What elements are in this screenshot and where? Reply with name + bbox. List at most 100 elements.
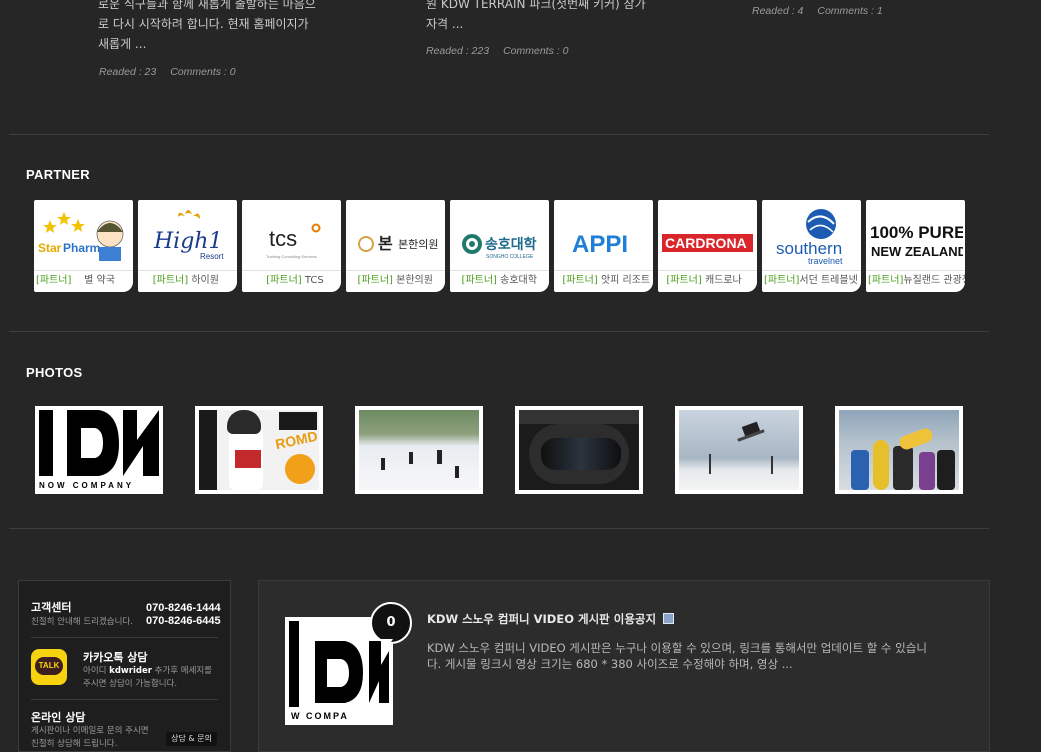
svg-text:Pharm: Pharm — [63, 241, 100, 255]
svg-text:Resort: Resort — [200, 252, 224, 261]
kakaotalk-id: kdwrider — [109, 666, 152, 676]
photo-thumbnail-6[interactable] — [835, 406, 963, 494]
photo-thumbnail-3[interactable] — [355, 406, 483, 494]
svg-text:NEW ZEALAND: NEW ZEALAND — [871, 244, 963, 259]
group-event-image — [839, 410, 959, 490]
svg-text:Training Consulting Services: Training Consulting Services — [266, 254, 317, 259]
photo-thumbnail-2[interactable]: ROMD — [195, 406, 323, 494]
svg-text:travelnet: travelnet — [808, 256, 843, 264]
online-consult-description: 게시판이나 이메일로 문의 주시면 친절히 상담해 드립니다. — [31, 726, 149, 749]
phone-number-2[interactable]: 070-8246-6445 — [146, 615, 221, 627]
news-item-2-text[interactable]: 원 KDW TERRAIN 파크(첫번째 키커) 참가 자격 ... — [426, 0, 666, 34]
partner-item-high1[interactable]: High1 Resort [파트너] 하이원 — [138, 200, 237, 292]
divider — [9, 528, 989, 529]
partner-logo: APPI — [554, 200, 653, 268]
partner-logo: southern travelnet — [762, 200, 861, 268]
partner-caption: [파트너] 캐드로나 — [658, 270, 757, 291]
partner-logo: High1 Resort — [138, 200, 237, 268]
partner-caption: [파트너] 별 약국 — [34, 270, 133, 291]
news-item-3-meta: Readed : 4 Comments : 1 — [752, 5, 897, 17]
southern-logo-icon: southern travelnet — [776, 209, 843, 264]
partner-logo: 본 본한의원 — [346, 200, 445, 268]
partner-item-bon[interactable]: 본 본한의원 [파트너] 본한의원 — [346, 200, 445, 292]
partner-item-cardrona[interactable]: CARDRONA [파트너] 캐드로나 — [658, 200, 757, 292]
kakaotalk-title[interactable]: 카카오톡 상담 — [83, 649, 148, 665]
svg-text:CARDRONA: CARDRONA — [665, 235, 747, 251]
phone-number-1[interactable]: 070-8246-1444 — [146, 602, 221, 614]
partner-item-songho[interactable]: 송호대학 SONGHO COLLEGE [파트너] 송호대학 — [450, 200, 549, 292]
board-post-summary: KDW 스노우 컴퍼니 VIDEO 게시판은 누구나 이용할 수 있으며, 링크… — [427, 641, 927, 671]
snowboard-jump-image — [679, 410, 799, 490]
partner-logo: 100% PURE NEW ZEALAND — [866, 200, 965, 268]
customer-support-box: 고객센터 친절히 안내해 드리겠습니다. 070-8246-1444 070-8… — [18, 580, 231, 752]
news-item-1-meta: Readed : 23 Comments : 0 — [99, 66, 250, 78]
partner-logo: Star Pharm — [34, 200, 133, 268]
kakaotalk-icon[interactable]: TALK — [31, 649, 67, 685]
svg-text:APPI: APPI — [572, 231, 628, 258]
ski-slope-image — [359, 410, 479, 490]
partner-item-southern[interactable]: southern travelnet [파트너]서던 트레블넷 — [762, 200, 861, 292]
readed-count: Readed : 223 — [426, 45, 490, 57]
rider-poster-image: ROMD — [199, 410, 319, 490]
svg-text:W COMPA: W COMPA — [291, 711, 349, 721]
photo-thumbnail-4[interactable] — [515, 406, 643, 494]
partner-logo: CARDRONA — [658, 200, 757, 268]
new-zealand-logo-icon: 100% PURE NEW ZEALAND — [870, 223, 963, 259]
board-post-title[interactable]: KDW 스노우 컴퍼니 VIDEO 게시판 이용공지 — [427, 611, 675, 627]
divider — [31, 699, 218, 700]
partner-logo: 송호대학 SONGHO COLLEGE — [450, 200, 549, 268]
partner-caption: [파트너] 송호대학 — [450, 270, 549, 291]
partner-caption: [파트너]서던 트레블넷 — [762, 270, 861, 291]
news-item-2-meta: Readed : 223 Comments : 0 — [426, 45, 582, 57]
appi-logo-icon: APPI — [572, 231, 628, 258]
partner-item-newzealand[interactable]: 100% PURE NEW ZEALAND [파트너]뉴질랜드 관광청 — [866, 200, 965, 292]
save-icon — [663, 613, 675, 624]
svg-text:tcs: tcs — [269, 226, 297, 251]
customer-center-title: 고객센터 — [31, 601, 72, 614]
svg-text:100% PURE: 100% PURE — [870, 223, 963, 242]
divider — [31, 637, 218, 638]
partner-caption: [파트너] TCS — [242, 270, 341, 291]
partner-caption: [파트너] 하이원 — [138, 270, 237, 291]
svg-text:송호대학: 송호대학 — [485, 237, 537, 253]
partner-caption: [파트너]뉴질랜드 관광청 — [866, 270, 965, 291]
partner-caption: [파트너] 앗피 리조트 — [554, 270, 653, 291]
svg-text:High1: High1 — [153, 229, 222, 254]
cardrona-logo-icon: CARDRONA — [662, 234, 753, 252]
partner-logo: tcs Training Consulting Services — [242, 200, 341, 268]
comment-count: 0 — [386, 615, 396, 630]
partner-item-starpharm[interactable]: Star Pharm [파트너] 별 약국 — [34, 200, 133, 292]
partner-caption: [파트너] 본한의원 — [346, 270, 445, 291]
comment-bubble-tail — [381, 639, 393, 648]
bon-clinic-logo-icon: 본 본한의원 — [358, 234, 438, 253]
partner-item-tcs[interactable]: tcs Training Consulting Services [파트너] T… — [242, 200, 341, 292]
online-consult-title: 온라인 상담 — [31, 711, 86, 724]
divider — [9, 134, 989, 135]
customer-center-subtitle: 친절히 안내해 드리겠습니다. — [31, 617, 133, 627]
svg-text:본한의원: 본한의원 — [398, 238, 438, 251]
high1-logo-icon: High1 Resort — [153, 210, 224, 261]
comments-count: Comments : 0 — [503, 45, 569, 57]
kdw-logo-image: NOW COMPANY — [39, 410, 159, 490]
video-board-panel: W COMPA 0 KDW 스노우 컴퍼니 VIDEO 게시판 이용공지 KDW… — [258, 580, 990, 752]
svg-text:Star: Star — [38, 241, 62, 255]
photo-thumbnail-5[interactable] — [675, 406, 803, 494]
consult-inquiry-button[interactable]: 상담 & 문의 — [166, 732, 217, 746]
kakaotalk-description: 아이디 kdwrider 추가후 메세지를 주시면 상담이 가능합니다. — [83, 666, 213, 689]
tcs-logo-icon: tcs Training Consulting Services — [266, 223, 321, 259]
songho-logo-icon: 송호대학 SONGHO COLLEGE — [462, 234, 537, 260]
kdw-logo-icon: NOW COMPANY — [39, 410, 159, 490]
comment-count-bubble: 0 — [370, 602, 412, 644]
divider — [9, 331, 989, 332]
readed-count: Readed : 23 — [99, 66, 157, 78]
svg-text:SONGHO COLLEGE: SONGHO COLLEGE — [486, 254, 534, 260]
svg-text:NOW COMPANY: NOW COMPANY — [39, 481, 134, 490]
readed-count: Readed : 4 — [752, 5, 804, 17]
news-item-1-text[interactable]: 로운 식구들과 함께 새롭게 출발하는 마음으 로 다시 시작하려 합니다. 현… — [98, 0, 338, 54]
comments-count: Comments : 1 — [817, 5, 883, 17]
starpharm-logo-icon: Star Pharm — [38, 212, 124, 261]
photos-section-title: PHOTOS — [26, 365, 83, 380]
partner-section-title: PARTNER — [26, 167, 90, 182]
photo-thumbnail-1[interactable]: NOW COMPANY — [35, 406, 163, 494]
partner-item-appi[interactable]: APPI [파트너] 앗피 리조트 — [554, 200, 653, 292]
